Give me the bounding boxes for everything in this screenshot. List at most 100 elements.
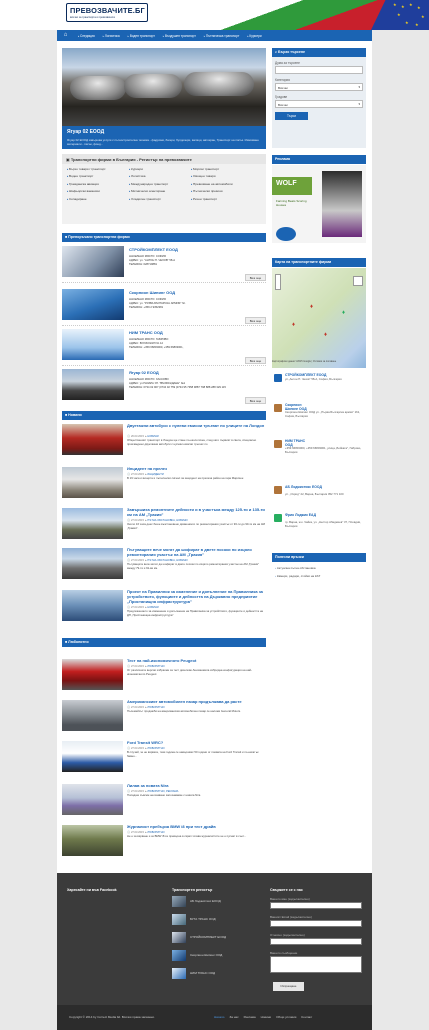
home-icon[interactable]: ⌂ [61, 31, 70, 40]
company-image[interactable] [62, 289, 124, 320]
message-textarea[interactable] [270, 956, 362, 973]
view-more-button[interactable]: Виж още [245, 357, 266, 364]
category-link[interactable]: Воден транспорт [67, 174, 129, 178]
category-select[interactable]: Всички [275, 83, 363, 91]
category-link[interactable]: Пътнически превози [191, 189, 261, 193]
footer-link-contact[interactable]: Контакт [301, 1015, 312, 1019]
category-link[interactable]: Превозване на автомобили [191, 182, 261, 186]
map-list-item[interactable]: Фрио Лоджик ЕАД гр. Варна, ж.к. Чайка, у… [272, 512, 366, 538]
article-image[interactable] [62, 741, 123, 772]
registry-item[interactable]: БУГА ТРАНС ООД [172, 914, 242, 928]
company-address: АДРЕС: ул. "АНТОН П. ЧЕХОВ" 58-А [129, 259, 176, 262]
site-logo[interactable]: ПРЕВОЗВАЧИТЕ.БГ всичко за транспорта и п… [66, 3, 148, 22]
article-image[interactable] [62, 700, 123, 731]
news-title[interactable]: Завършиха ремонтните дейности и в участъ… [127, 507, 266, 518]
keyword-input[interactable] [275, 66, 363, 74]
featured-slider[interactable]: Ягуар 02 ЕООД Ягуар 02 ЕООД извършва усл… [62, 48, 266, 149]
news-title[interactable]: Пътуващите вече могат да шофират в двете… [127, 547, 266, 558]
category-link[interactable]: Куриери [129, 167, 191, 171]
news-title[interactable]: Инцидент на прелез [127, 466, 266, 472]
news-image[interactable] [62, 508, 123, 539]
nav-item-couriers[interactable]: Куриери [247, 34, 261, 38]
category-link[interactable]: Международен транспорт [129, 182, 191, 186]
article-excerpt: В случай, че не вярвате, тази година се … [127, 750, 259, 758]
category-link[interactable]: Складиране [67, 197, 129, 201]
map-view[interactable]: ♦ ♦ ♦ ♦ Картографски данни ©2015 Google … [272, 268, 366, 368]
category-link[interactable]: Морски транспорт [191, 167, 261, 171]
nav-item-spedition[interactable]: Спедиция [78, 34, 95, 38]
news-title[interactable]: Двуетажни автобуси с нулеви емисии тръгв… [127, 423, 266, 429]
category-link[interactable]: Гражданска авиация [67, 182, 129, 186]
category-link[interactable]: Речен транспорт [191, 197, 261, 201]
article-title[interactable]: Американският автомобилен пазар продължа… [127, 699, 266, 705]
company-image[interactable] [62, 369, 124, 400]
footer-link-ads[interactable]: Реклама [244, 1015, 256, 1019]
article-image[interactable] [62, 659, 123, 690]
ad-banner[interactable]: WOLF Farming Beats Scoring Houses [272, 165, 366, 243]
nav-item-water[interactable]: Воден транспорт [128, 34, 155, 38]
article-image[interactable] [62, 825, 123, 856]
article-title[interactable]: Тест на най-икономичното Peugeot [127, 658, 266, 664]
registry-item[interactable]: НИМ ТРАНС ООД [172, 968, 242, 982]
name-input[interactable] [270, 902, 362, 909]
news-image[interactable] [62, 548, 123, 579]
registry-name[interactable]: АБ Лоджистикс ЕООД [190, 899, 221, 903]
company-city: НАСЕЛЕНО МЯСТО: СОФИЯ [129, 298, 166, 301]
search-button[interactable]: Търси [275, 112, 308, 120]
company-name[interactable]: НИМ ТРАНС ООД [129, 330, 163, 335]
nav-item-passenger[interactable]: Пътническа транспорт [204, 34, 239, 38]
map-list-item[interactable]: СТРОЙКОМПЛЕКТ ЕООД ул.„Антон П. Чехов" 5… [272, 372, 366, 398]
article-title[interactable]: Журналист пребърза BMW i8 при тест драйв [127, 824, 266, 830]
company-image[interactable] [62, 329, 124, 360]
copyright-bar: Copyright © 2014 by Correct Media ltd. В… [57, 1005, 372, 1030]
category-link[interactable]: Овощен товари [191, 174, 261, 178]
footer-link-about[interactable]: За нас [229, 1015, 238, 1019]
news-title[interactable]: Проект на Правилник за изменение и допъл… [127, 589, 266, 604]
news-image[interactable] [62, 467, 123, 498]
category-link[interactable]: Логистика [129, 174, 191, 178]
map-list-item[interactable]: НИМ ТРАНС ООД +359 66803000, +359 668030… [272, 438, 366, 464]
news-image[interactable] [62, 590, 123, 621]
registry-item[interactable]: АБ Лоджистикс ЕООД [172, 896, 242, 910]
city-select[interactable]: Всички [275, 100, 363, 108]
category-link[interactable]: Митническо агентиране [129, 189, 191, 193]
useful-link[interactable]: Камери, радари, стойки на КАТ [275, 574, 363, 578]
registry-name[interactable]: НИМ ТРАНС ООД [190, 971, 215, 975]
footer-link-news[interactable]: Новини [261, 1015, 271, 1019]
map-list-item[interactable]: АБ Лоджистикс ЕООД ул. „Охрид" 22, Варна… [272, 484, 366, 510]
company-image[interactable] [62, 246, 124, 277]
nav-item-air[interactable]: Въздушен транспорт [163, 34, 196, 38]
registry-item[interactable]: Скорпион Шипинг ООД [172, 950, 242, 964]
email-input[interactable] [270, 920, 362, 927]
view-more-button[interactable]: Виж още [245, 317, 266, 324]
slide-title[interactable]: Ягуар 02 ЕООД [67, 129, 261, 135]
registry-item[interactable]: СТРОЙКОМПЛЕКТ ЕООД [172, 932, 242, 946]
footer-link-home[interactable]: Начало [214, 1015, 224, 1019]
article-title[interactable]: Ford Transit WRC? [127, 740, 266, 746]
registry-name[interactable]: Скорпион Шипинг ООД [190, 953, 222, 957]
registry-name[interactable]: БУГА ТРАНС ООД [190, 917, 216, 921]
send-button[interactable]: Изпращане [273, 982, 304, 991]
registry-name[interactable]: СТРОЙКОМПЛЕКТ ЕООД [190, 935, 226, 939]
article-image[interactable] [62, 784, 123, 815]
map-item-name[interactable]: Фрио Лоджик ЕАД [285, 513, 319, 517]
subject-input[interactable] [270, 938, 362, 945]
nav-item-logistics[interactable]: Логистика [103, 34, 120, 38]
zoom-control[interactable] [275, 274, 281, 290]
view-more-button[interactable]: Виж още [245, 397, 266, 404]
article-excerpt: От различните версии избрахме за тест ди… [127, 668, 252, 676]
news-image[interactable] [62, 424, 123, 455]
view-more-button[interactable]: Виж още [245, 274, 266, 281]
category-link[interactable]: Бързо товари / транспорт [67, 167, 129, 171]
category-link[interactable]: Шофьорски вакансии [67, 189, 129, 193]
map-list-item[interactable]: Скорпион Шипинг ООД Скорпион Шипинг ООД … [272, 402, 366, 428]
footer-link-terms[interactable]: Общи условия [276, 1015, 296, 1019]
company-name[interactable]: СТРОЙКОМПЛЕКТ ЕООД [129, 247, 178, 252]
article-title[interactable]: Лилав за новата Nira [127, 783, 266, 789]
company-name[interactable]: Скорпион Шипинг ООД [129, 290, 175, 295]
map-type-icon[interactable] [353, 276, 363, 286]
useful-link[interactable]: Актуална пътна обстановка [275, 566, 363, 570]
map-item-name[interactable]: АБ Лоджистикс ЕООД [285, 485, 325, 489]
category-link[interactable]: Хладилен транспорт [129, 197, 191, 201]
company-name[interactable]: Ягуар 02 ЕООД [129, 370, 159, 375]
